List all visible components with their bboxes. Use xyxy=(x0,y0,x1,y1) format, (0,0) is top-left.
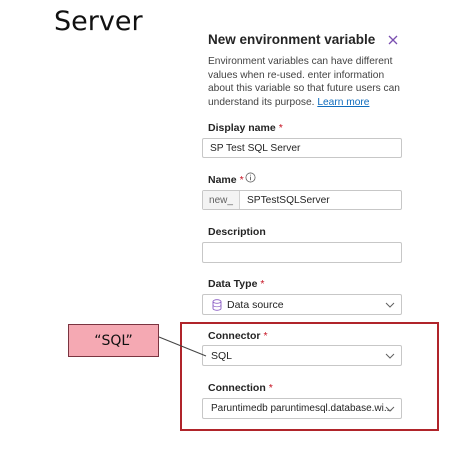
close-icon[interactable] xyxy=(385,32,401,48)
data-type-value: Data source xyxy=(227,299,284,311)
required-marker: * xyxy=(260,278,265,290)
info-icon[interactable] xyxy=(245,172,256,183)
name-value: SPTestSQLServer xyxy=(247,195,330,206)
chevron-down-icon xyxy=(385,302,395,308)
panel-title: New environment variable xyxy=(208,32,376,47)
display-name-label-text: Display name xyxy=(208,122,276,134)
data-type-label: Data Type * xyxy=(208,278,265,290)
sql-callout: “SQL” xyxy=(68,324,159,357)
name-label-text: Name xyxy=(208,174,237,186)
name-label: Name * xyxy=(208,174,244,186)
description-input[interactable] xyxy=(202,242,402,263)
connector-highlight-box xyxy=(180,322,439,431)
display-name-input[interactable]: SP Test SQL Server xyxy=(202,138,402,158)
learn-more-link[interactable]: Learn more xyxy=(317,97,369,108)
description-label-text: Description xyxy=(208,226,266,238)
required-marker: * xyxy=(278,122,283,134)
required-marker: * xyxy=(239,174,244,186)
name-prefix: new_ xyxy=(203,191,240,209)
name-input[interactable]: new_ SPTestSQLServer xyxy=(202,190,402,210)
display-name-value: SP Test SQL Server xyxy=(210,143,301,154)
data-type-select[interactable]: Data source xyxy=(202,294,402,315)
description-text: Environment variables can have different… xyxy=(208,56,400,108)
database-icon xyxy=(212,299,222,311)
display-name-label: Display name * xyxy=(208,122,283,134)
description-label: Description xyxy=(208,226,266,238)
data-type-label-text: Data Type xyxy=(208,278,258,290)
slide: Server New environment variable Environm… xyxy=(0,0,474,455)
slide-title: Server xyxy=(54,6,143,37)
panel-description: Environment variables can have different… xyxy=(208,55,408,109)
